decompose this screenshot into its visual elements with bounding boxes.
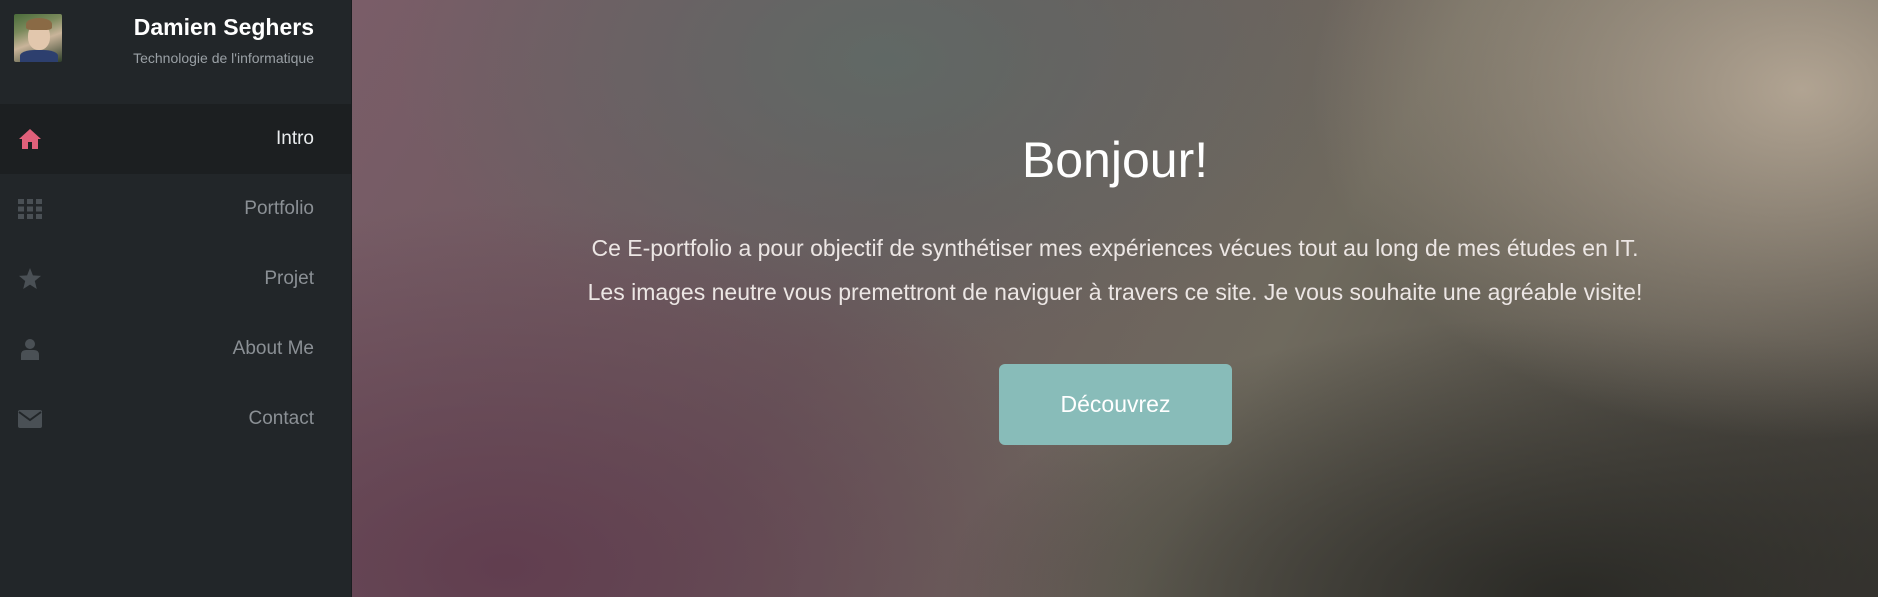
sidebar-nav: Intro Portfolio Projet About Me Contact (0, 104, 351, 454)
avatar (14, 14, 62, 62)
sidebar-item-label: Intro (275, 128, 314, 149)
hero-title: Bonjour! (1021, 132, 1209, 188)
sidebar-item-label: Contact (248, 408, 314, 429)
sidebar-item-label: About Me (232, 338, 314, 359)
envelope-icon (18, 408, 42, 430)
discover-button[interactable]: Découvrez (999, 364, 1232, 445)
grid-icon (18, 198, 42, 220)
hero-description-line-1: Ce E-portfolio a pour objectif de synthé… (591, 235, 1639, 261)
sidebar: Damien Seghers Technologie de l'informat… (0, 0, 352, 597)
sidebar-item-intro[interactable]: Intro (0, 104, 351, 174)
hero-section: Bonjour! Ce E-portfolio a pour objectif … (352, 0, 1878, 597)
sidebar-item-label: Projet (264, 268, 314, 289)
sidebar-item-portfolio[interactable]: Portfolio (0, 174, 351, 244)
user-icon (18, 338, 42, 360)
star-icon (18, 268, 42, 290)
sidebar-item-projet[interactable]: Projet (0, 244, 351, 314)
sidebar-item-label: Portfolio (244, 198, 314, 219)
home-icon (18, 128, 42, 150)
profile-subtitle: Technologie de l'informatique (133, 50, 314, 66)
sidebar-item-about-me[interactable]: About Me (0, 314, 351, 384)
profile-header: Damien Seghers Technologie de l'informat… (0, 0, 351, 104)
hero-description-line-2: Les images neutre vous premettront de na… (587, 279, 1643, 305)
sidebar-item-contact[interactable]: Contact (0, 384, 351, 454)
profile-name: Damien Seghers (133, 14, 314, 40)
